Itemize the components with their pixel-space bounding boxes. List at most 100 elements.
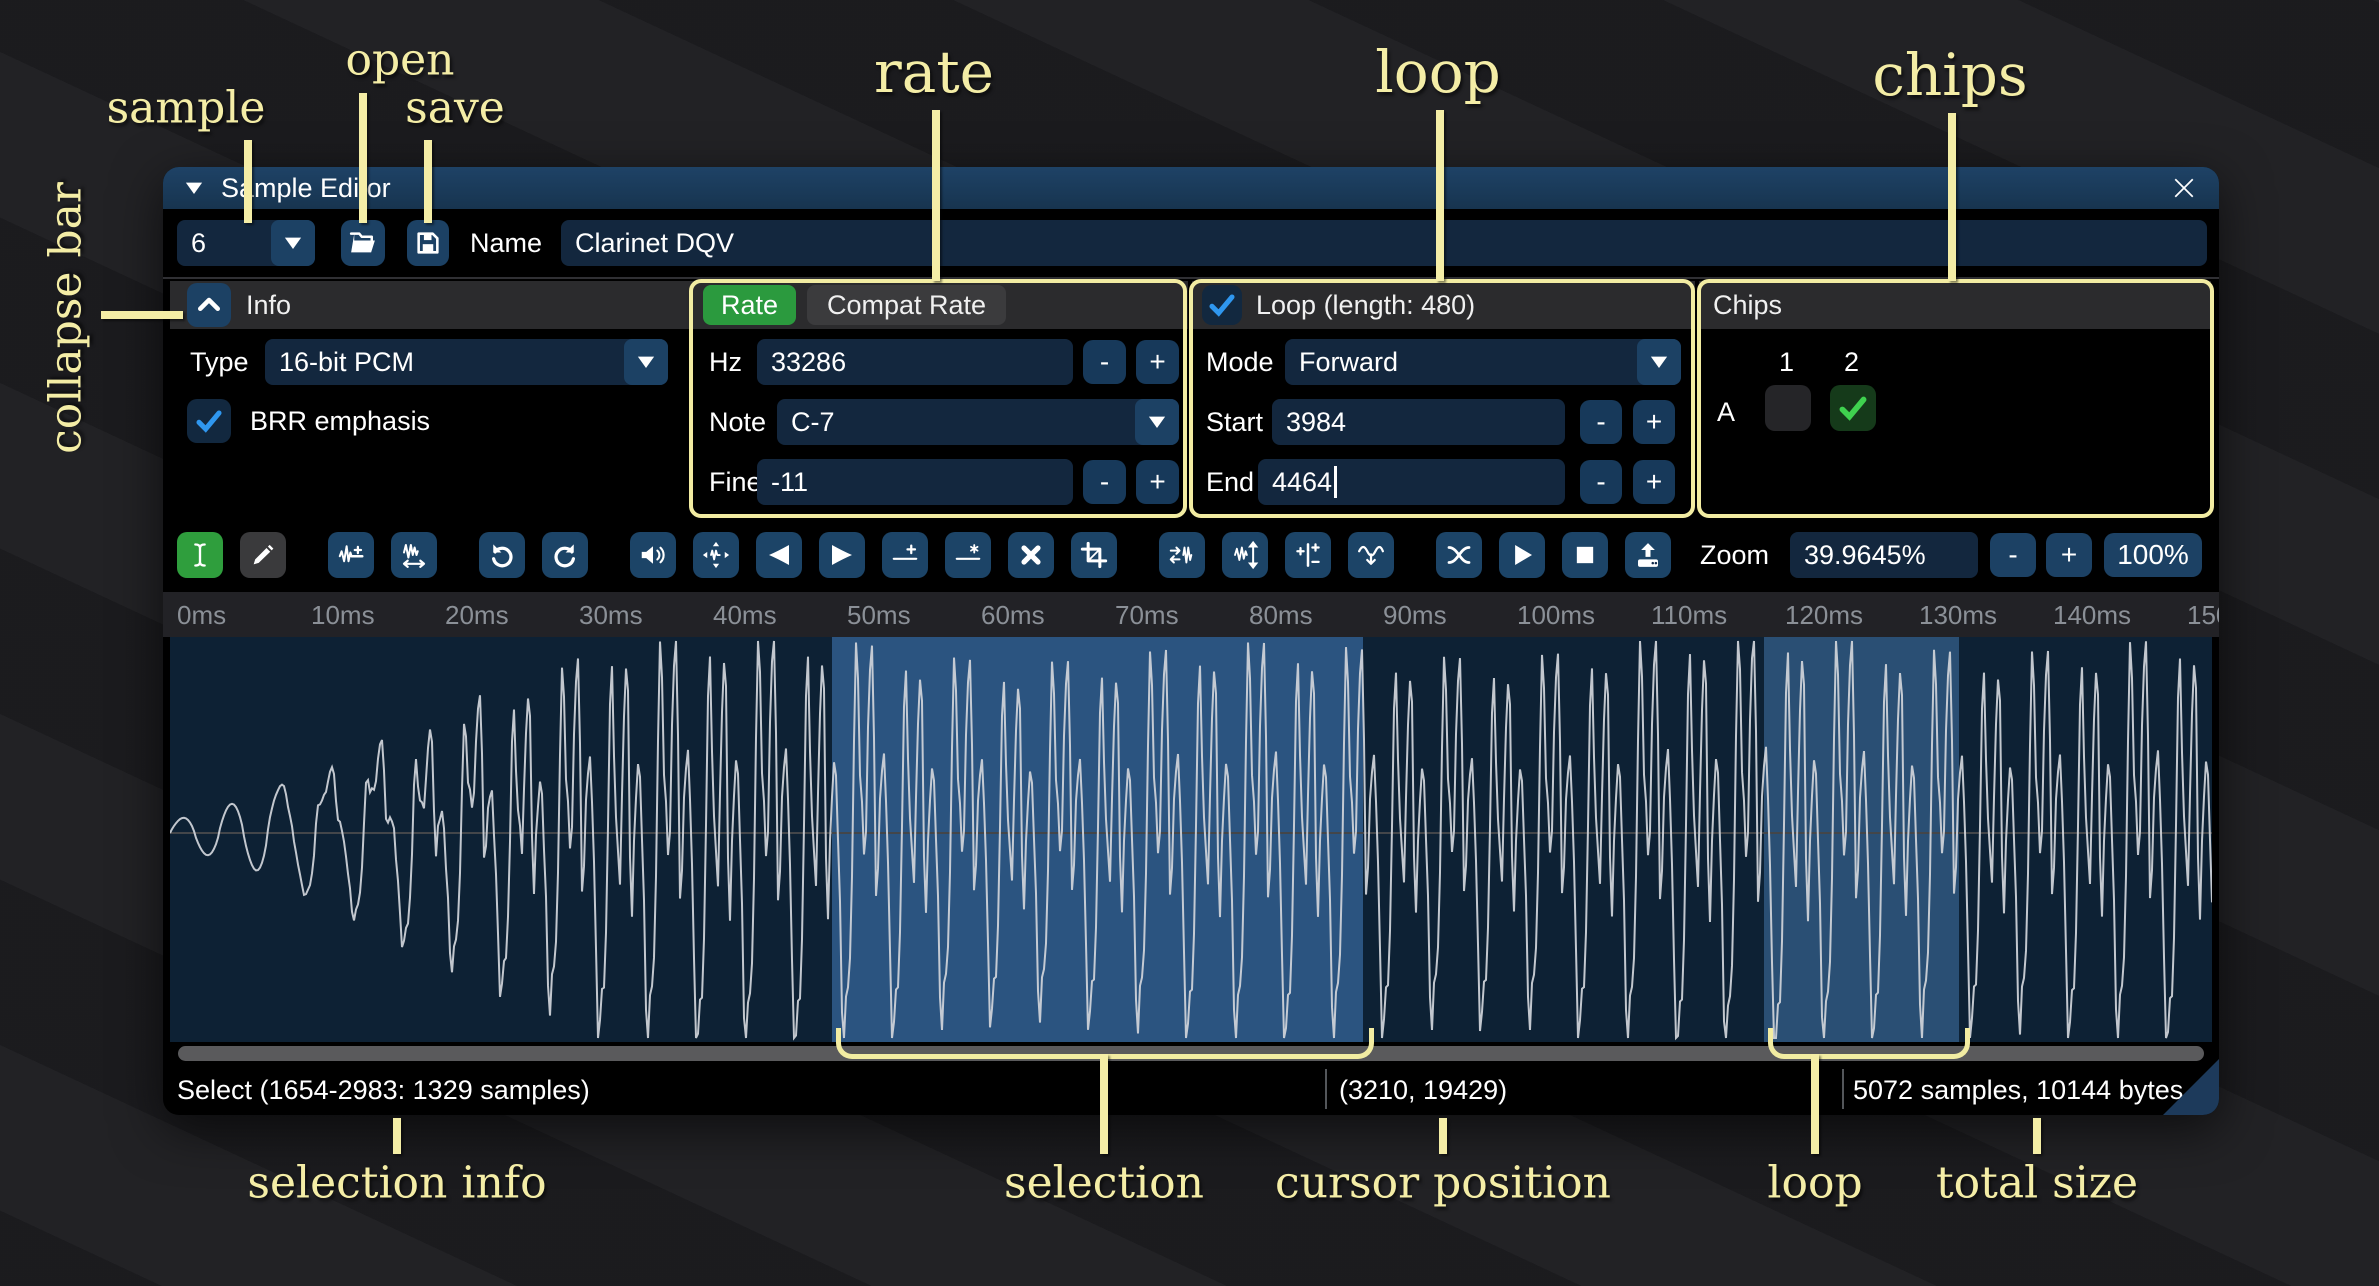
row-divider: [163, 277, 2219, 279]
dc-offset-icon: [1293, 540, 1323, 570]
annotation-stem: [1100, 1054, 1108, 1154]
upload-icon: [1633, 540, 1663, 570]
rate-tab[interactable]: Rate: [703, 285, 796, 325]
fine-input[interactable]: -11: [757, 459, 1073, 505]
chevron-up-icon: [194, 290, 224, 320]
preview-button[interactable]: [630, 532, 676, 578]
fade-in-button[interactable]: [756, 532, 802, 578]
stop-button[interactable]: [1562, 532, 1608, 578]
wave-stretch-icon: [399, 540, 429, 570]
zoom-out-button[interactable]: -: [1990, 533, 2036, 577]
note-dropdown-arrow-icon[interactable]: [1135, 399, 1179, 445]
chip-column-label: 1: [1779, 339, 1794, 385]
annotation-collapse-bar: collapse bar: [41, 182, 92, 454]
loop-end-input[interactable]: 4464: [1258, 459, 1565, 505]
loop-end-plus-button[interactable]: +: [1633, 460, 1675, 504]
fade-in-icon: [764, 540, 794, 570]
loop-mode-select[interactable]: Forward: [1285, 339, 1681, 385]
import-button[interactable]: [1625, 532, 1671, 578]
undo-button[interactable]: [479, 532, 525, 578]
play-icon: [1507, 540, 1537, 570]
sample-dropdown-arrow-icon[interactable]: [271, 220, 315, 266]
timeline-tick: 50ms: [847, 600, 911, 631]
hz-plus-button[interactable]: +: [1136, 340, 1179, 384]
check-icon: [1206, 289, 1238, 321]
type-dropdown-arrow-icon[interactable]: [624, 339, 668, 385]
stretch-sample-button[interactable]: [391, 532, 437, 578]
loop-end-minus-button[interactable]: -: [1580, 460, 1622, 504]
hz-input[interactable]: 33286: [757, 339, 1073, 385]
zoom-reset-button[interactable]: 100%: [2104, 533, 2202, 577]
text-caret: [1334, 466, 1337, 498]
mode-dropdown-arrow-icon[interactable]: [1637, 339, 1681, 385]
waveform-scrollbar[interactable]: [178, 1046, 2204, 1061]
fine-minus-button[interactable]: -: [1083, 460, 1126, 504]
normalize-button[interactable]: [693, 532, 739, 578]
annotation-selection-info: selection info: [247, 1158, 546, 1209]
open-button[interactable]: [341, 220, 385, 266]
annotation-open: open: [345, 35, 454, 86]
loop-start-minus-button[interactable]: -: [1580, 400, 1622, 444]
name-input[interactable]: Clarinet DQV: [561, 220, 2207, 266]
loop-start-plus-button[interactable]: +: [1633, 400, 1675, 444]
annotation-chips: chips: [1872, 41, 2027, 109]
crossfade-button[interactable]: [1436, 532, 1482, 578]
resize-sample-button[interactable]: [328, 532, 374, 578]
silence-button[interactable]: [945, 532, 991, 578]
waveform-display[interactable]: [170, 637, 2212, 1042]
dc-offset-button[interactable]: [1285, 532, 1331, 578]
insert-silence-button[interactable]: [882, 532, 928, 578]
zoom-input[interactable]: 39.9645%: [1790, 532, 1978, 578]
window-collapse-icon[interactable]: [181, 175, 207, 201]
redo-button[interactable]: [542, 532, 588, 578]
fine-plus-button[interactable]: +: [1136, 460, 1179, 504]
annotation-stem: [1811, 1054, 1819, 1154]
select-mode-button[interactable]: [177, 532, 223, 578]
chip-checkbox-a-1[interactable]: [1765, 385, 1811, 431]
save-button[interactable]: [407, 220, 449, 266]
chip-row-label: A: [1717, 389, 1735, 435]
title-bar[interactable]: Sample Editor: [163, 167, 2219, 209]
draw-mode-button[interactable]: [240, 532, 286, 578]
compat-rate-tab[interactable]: Compat Rate: [807, 285, 1006, 325]
brr-emphasis-checkbox[interactable]: [187, 399, 231, 443]
timeline-tick: 110ms: [1651, 600, 1727, 631]
zoom-in-button[interactable]: +: [2046, 533, 2092, 577]
loop-enable-checkbox[interactable]: [1202, 285, 1242, 325]
timeline-ruler[interactable]: 0ms10ms20ms30ms40ms50ms60ms70ms80ms90ms1…: [163, 592, 2219, 637]
filter-button[interactable]: [1348, 532, 1394, 578]
undo-icon: [487, 540, 517, 570]
annotation-stem: [2033, 1118, 2041, 1154]
note-select[interactable]: C-7: [777, 399, 1179, 445]
hz-minus-button[interactable]: -: [1083, 340, 1126, 384]
close-icon[interactable]: [2169, 173, 2199, 203]
loop-panel-header: Loop (length: 480): [1192, 281, 1695, 329]
amplify-button[interactable]: [1222, 532, 1268, 578]
annotation-total-size: total size: [1936, 1158, 2138, 1209]
loop-start-input[interactable]: 3984: [1272, 399, 1565, 445]
timeline-tick: 20ms: [445, 600, 509, 631]
status-bar: Select (1654-2983: 1329 samples) (3210, …: [163, 1063, 2219, 1115]
chip-checkbox-a-2[interactable]: [1830, 385, 1876, 431]
trim-button[interactable]: [1071, 532, 1117, 578]
hz-label: Hz: [709, 339, 742, 385]
info-panel-title: Info: [246, 290, 291, 321]
trim-icon: [1080, 541, 1108, 569]
stop-icon: [1571, 541, 1599, 569]
delete-button[interactable]: [1008, 532, 1054, 578]
annotation-loop-bottom: loop: [1767, 1158, 1862, 1209]
collapse-bar-button[interactable]: [187, 283, 231, 327]
sample-number-select[interactable]: 6: [177, 220, 315, 266]
annotation-save: save: [405, 83, 505, 134]
play-button[interactable]: [1499, 532, 1545, 578]
reverse-button[interactable]: [1159, 532, 1205, 578]
type-select[interactable]: 16-bit PCM: [265, 339, 668, 385]
fine-value: -11: [771, 467, 808, 498]
selection-info-text: Select (1654-2983: 1329 samples): [177, 1075, 590, 1106]
annotation-loop: loop: [1375, 38, 1501, 106]
status-divider: [1842, 1069, 1844, 1109]
annotation-stem: [1436, 110, 1444, 281]
silence-star-icon: [953, 540, 983, 570]
fade-out-button[interactable]: [819, 532, 865, 578]
loop-panel-title: Loop (length: 480): [1256, 290, 1475, 321]
